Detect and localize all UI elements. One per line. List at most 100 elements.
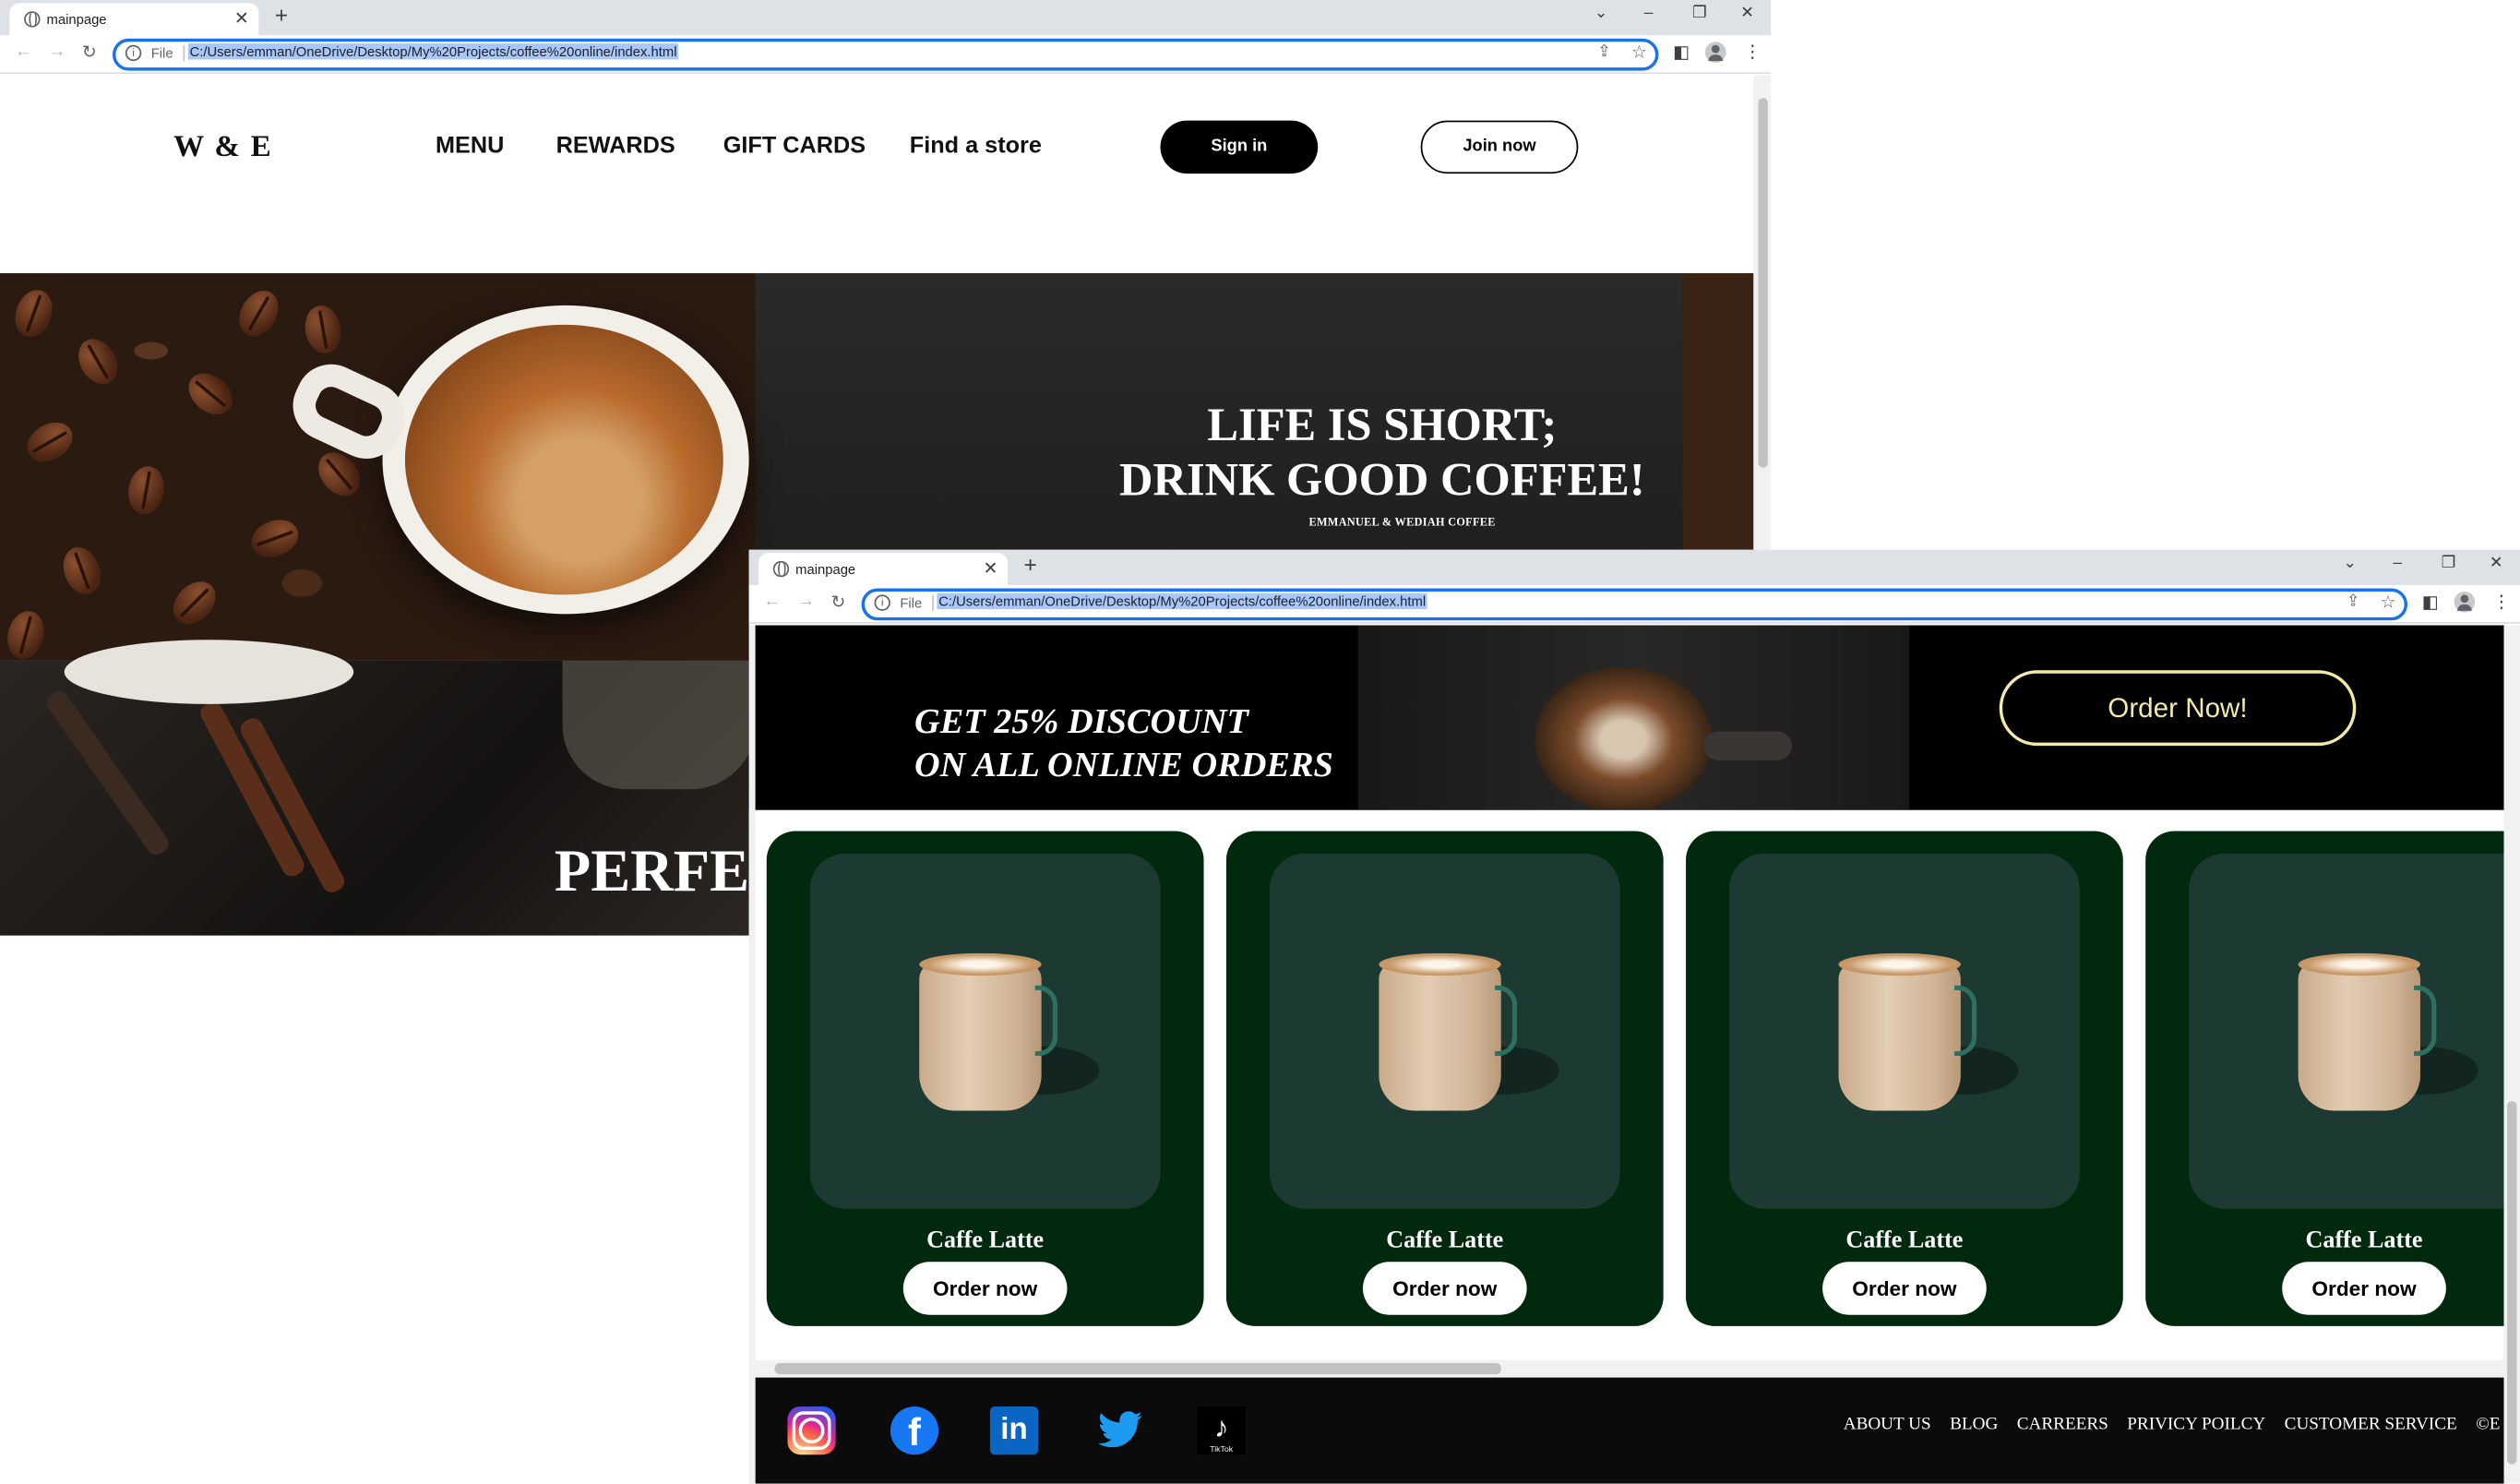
url-text[interactable]: C:/Users/emman/OneDrive/Desktop/My%20Pro…	[187, 43, 679, 60]
tiktok-icon[interactable]: ♪ TikTok	[1197, 1406, 1246, 1455]
kebab-menu-icon[interactable]: ⋮	[2492, 592, 2510, 613]
profile-avatar[interactable]	[2454, 591, 2476, 613]
close-window-icon[interactable]: ✕	[2490, 555, 2503, 572]
nav-rewards[interactable]: REWARDS	[556, 134, 675, 160]
hero-title-line-1: LIFE IS SHORT;	[1207, 400, 1558, 452]
product-order-button[interactable]: Order now	[902, 1262, 1068, 1315]
product-order-button[interactable]: Order now	[1362, 1262, 1527, 1315]
address-bar[interactable]: i File C:/Users/emman/OneDrive/Desktop/M…	[861, 588, 2408, 621]
latte-mug-icon	[1379, 952, 1501, 1111]
latte-cup	[1535, 666, 1712, 812]
forward-icon[interactable]: →	[797, 592, 815, 611]
footer-link-customer-service[interactable]: CUSTOMER SERVICE	[2285, 1415, 2457, 1434]
browser-tab[interactable]: mainpage ✕	[9, 3, 259, 36]
site-info-icon[interactable]: i	[874, 594, 890, 611]
close-window-icon[interactable]: ✕	[1740, 5, 1754, 22]
forward-icon[interactable]: →	[48, 42, 66, 61]
saucer-image	[64, 640, 354, 704]
globe-icon	[24, 11, 41, 28]
share-icon[interactable]: ⇪	[2347, 593, 2360, 611]
brand-logo[interactable]: W & E	[173, 130, 272, 165]
share-icon[interactable]: ⇪	[1597, 43, 1611, 61]
browser-toolbar: ← → ↻ i File C:/Users/emman/OneDrive/Des…	[0, 35, 1772, 75]
file-label: File	[900, 594, 934, 611]
side-panel-icon[interactable]: ◧	[2422, 592, 2439, 613]
join-now-button[interactable]: Join now	[1420, 120, 1579, 174]
product-image	[809, 853, 1161, 1209]
restore-icon[interactable]: ❐	[1692, 5, 1707, 22]
minimize-icon[interactable]: –	[1644, 5, 1654, 22]
facebook-icon[interactable]: f	[890, 1406, 939, 1455]
promo-line-2: ON ALL ONLINE ORDERS	[914, 744, 1333, 784]
product-order-button[interactable]: Order now	[1822, 1262, 1987, 1315]
scrollbar-thumb[interactable]	[1758, 98, 1768, 468]
twitter-icon[interactable]	[1092, 1406, 1150, 1454]
product-order-button[interactable]: Order now	[2282, 1262, 2446, 1315]
product-card: Caffe Latte Order now	[2145, 831, 2520, 1326]
footer-link-careers[interactable]: CARREERS	[2017, 1415, 2108, 1434]
reload-icon[interactable]: ↻	[82, 42, 97, 63]
new-tab-icon[interactable]: +	[1023, 551, 1036, 577]
latte-mug-icon	[919, 952, 1042, 1111]
scrollbar-thumb[interactable]	[2507, 1101, 2517, 1465]
latte-mug-icon	[2298, 952, 2421, 1111]
latte-cup-handle	[1703, 731, 1792, 760]
promo-line-1: GET 25% DISCOUNT	[914, 700, 1248, 741]
back-icon[interactable]: ←	[15, 42, 32, 61]
close-tab-icon[interactable]: ✕	[984, 557, 998, 579]
tiktok-label: TikTok	[1210, 1444, 1234, 1455]
nav-gift-cards[interactable]: GIFT CARDS	[723, 134, 866, 160]
footer-link-about[interactable]: ABOUT US	[1844, 1415, 1931, 1434]
site-info-icon[interactable]: i	[125, 44, 142, 62]
product-image	[1269, 853, 1620, 1209]
tab-strip: mainpage ✕ + ⌄ – ❐ ✕	[0, 0, 1772, 36]
nav-menu[interactable]: MENU	[436, 134, 504, 160]
side-panel-icon[interactable]: ◧	[1673, 42, 1690, 63]
tab-title: mainpage	[46, 11, 107, 28]
file-label: File	[151, 44, 185, 62]
bookmark-star-icon[interactable]: ☆	[2380, 592, 2395, 613]
tab-title: mainpage	[795, 560, 856, 578]
restore-icon[interactable]: ❐	[2442, 555, 2456, 572]
footer-links: ABOUT US BLOG CARREERS PRIVICY POILCY CU…	[1844, 1415, 2520, 1434]
minimize-icon[interactable]: –	[2393, 555, 2402, 572]
hero-title: LIFE IS SHORT; DRINK GOOD COFFEE!	[1061, 399, 1704, 508]
new-tab-icon[interactable]: +	[275, 2, 288, 28]
product-name: Caffe Latte	[926, 1227, 1045, 1254]
footer-link-blog[interactable]: BLOG	[1950, 1415, 1998, 1434]
product-name: Caffe Latte	[2305, 1227, 2423, 1254]
secondary-banner-title: PERFE	[554, 839, 750, 905]
linkedin-icon[interactable]: in	[989, 1406, 1039, 1455]
url-text[interactable]: C:/Users/emman/OneDrive/Desktop/My%20Pro…	[937, 592, 1427, 610]
product-card: Caffe Latte Order now	[1225, 831, 1664, 1326]
horizontal-scrollbar[interactable]	[755, 1359, 2504, 1378]
glass-image	[562, 660, 756, 790]
product-name: Caffe Latte	[1386, 1227, 1504, 1254]
globe-icon	[772, 560, 790, 578]
footer-link-privacy[interactable]: PRIVICY POILCY	[2127, 1415, 2265, 1434]
product-card: Caffe Latte Order now	[766, 831, 1204, 1326]
vertical-scrollbar[interactable]	[2503, 625, 2520, 1484]
tab-search-icon[interactable]: ⌄	[2343, 555, 2357, 572]
tab-strip: mainpage ✕ + ⌄ – ❐ ✕	[748, 549, 2520, 585]
reload-icon[interactable]: ↻	[830, 592, 845, 613]
instagram-icon[interactable]	[787, 1406, 836, 1455]
address-bar[interactable]: i File C:/Users/emman/OneDrive/Desktop/M…	[112, 38, 1659, 71]
back-icon[interactable]: ←	[763, 592, 781, 611]
tab-search-icon[interactable]: ⌄	[1594, 5, 1608, 22]
sign-in-button[interactable]: Sign in	[1160, 120, 1319, 174]
close-tab-icon[interactable]: ✕	[234, 8, 249, 29]
browser-tab[interactable]: mainpage ✕	[758, 553, 1009, 585]
order-now-button[interactable]: Order Now!	[1999, 670, 2357, 747]
bookmark-star-icon[interactable]: ☆	[1631, 42, 1647, 63]
profile-avatar[interactable]	[1704, 42, 1726, 63]
nav-find-store[interactable]: Find a store	[910, 134, 1042, 160]
coffee-cup-image	[382, 305, 749, 615]
product-image	[2189, 853, 2520, 1209]
latte-mug-icon	[1838, 952, 1961, 1111]
browser-toolbar: ← → ↻ i File C:/Users/emman/OneDrive/Des…	[748, 584, 2520, 624]
hero-title-line-2: DRINK GOOD COFFEE!	[1119, 454, 1645, 507]
kebab-menu-icon[interactable]: ⋮	[1744, 42, 1762, 63]
promo-text: GET 25% DISCOUNT ON ALL ONLINE ORDERS	[914, 700, 1333, 786]
scrollbar-thumb[interactable]	[774, 1362, 1501, 1375]
